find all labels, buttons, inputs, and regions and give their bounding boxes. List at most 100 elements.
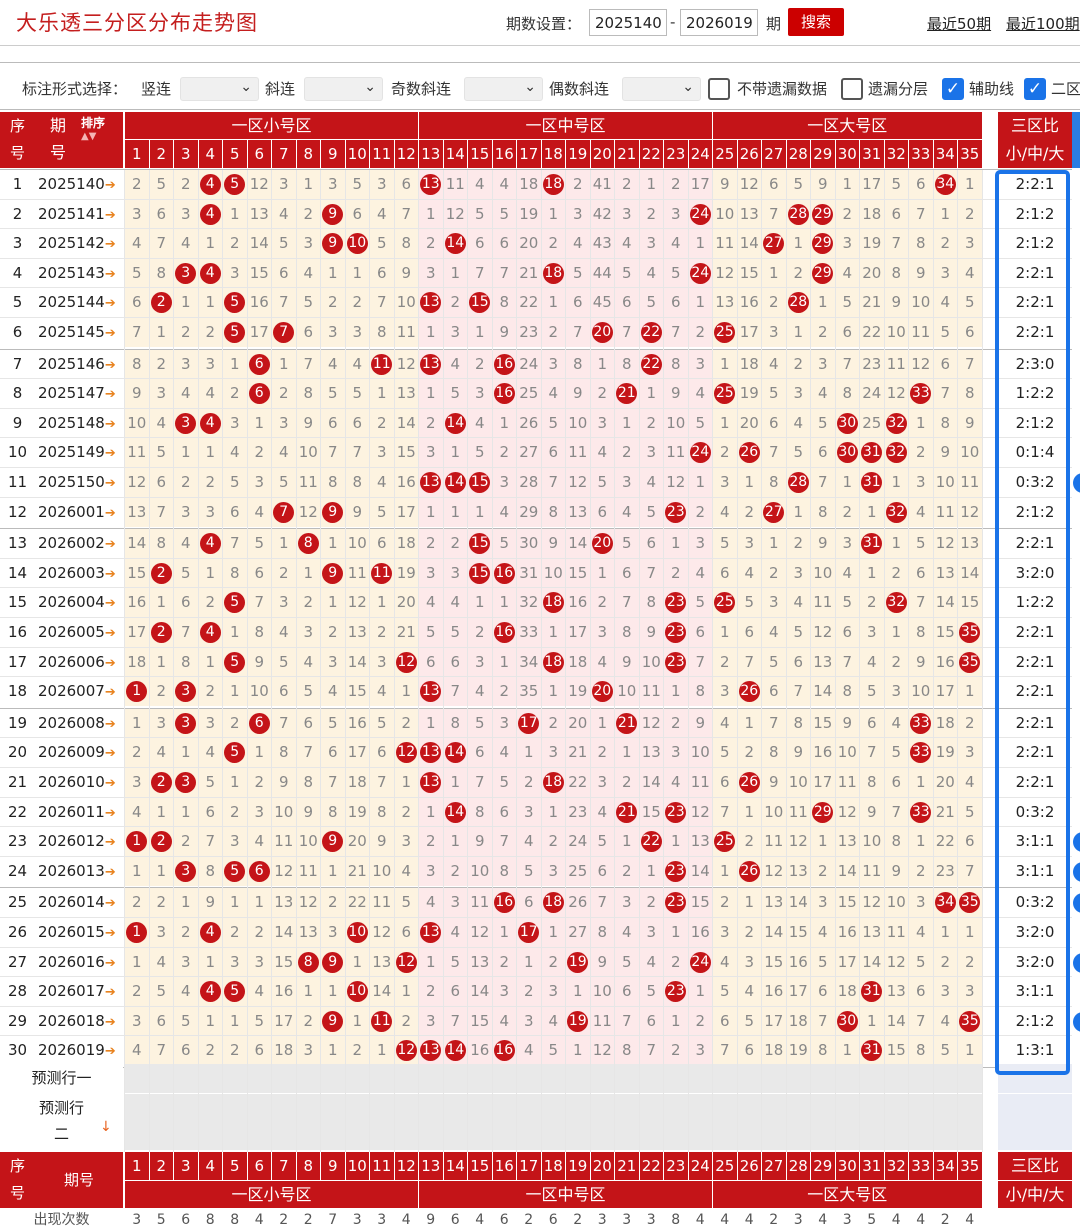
prediction-cell[interactable]: [664, 1094, 688, 1150]
sort-button[interactable]: 排序: [81, 116, 105, 130]
prediction-cell[interactable]: [541, 1094, 565, 1150]
prediction-cell[interactable]: [321, 1094, 345, 1150]
prediction-cell[interactable]: [590, 1094, 614, 1150]
prediction-cell[interactable]: [664, 1064, 688, 1093]
missing-layer-checkbox[interactable]: [841, 78, 863, 100]
recent-50-link[interactable]: 最近50期: [927, 13, 991, 34]
prediction-cell[interactable]: [541, 1064, 565, 1093]
missing-count-cell: 12: [958, 498, 982, 527]
side-marker-icon[interactable]: [1073, 473, 1080, 493]
prediction-cell[interactable]: [688, 1094, 712, 1150]
missing-count-cell: 1: [198, 948, 222, 977]
number-header: 20: [590, 140, 614, 168]
prediction-cell[interactable]: [419, 1094, 443, 1150]
drawn-number-cell: 26: [737, 857, 761, 886]
prediction-cell[interactable]: [762, 1064, 786, 1093]
missing-count-cell: 1: [884, 618, 908, 647]
prediction-cell[interactable]: [247, 1094, 271, 1150]
prediction-cell[interactable]: [786, 1064, 810, 1093]
missing-count-cell: 20: [737, 409, 761, 438]
prediction-cell[interactable]: [835, 1064, 859, 1093]
prediction-cell[interactable]: [639, 1094, 663, 1150]
prediction-cell[interactable]: [958, 1094, 982, 1150]
missing-count-cell: 18: [737, 350, 761, 379]
prediction-cell[interactable]: [321, 1064, 345, 1093]
prediction-cell[interactable]: [566, 1064, 590, 1093]
prediction-cell[interactable]: [884, 1094, 908, 1150]
prediction-cell[interactable]: [737, 1094, 761, 1150]
vertical-select[interactable]: ⌄: [180, 77, 259, 101]
prediction-cell[interactable]: [860, 1094, 884, 1150]
prediction-cell[interactable]: [492, 1064, 516, 1093]
prediction-cell[interactable]: [174, 1064, 198, 1093]
prediction-cell[interactable]: [223, 1094, 247, 1150]
prediction-cell[interactable]: [370, 1064, 394, 1093]
prediction-cell[interactable]: [272, 1094, 296, 1150]
prediction-cell[interactable]: [688, 1064, 712, 1093]
prediction-cell[interactable]: [909, 1064, 933, 1093]
prediction-cell[interactable]: [247, 1064, 271, 1093]
no-missing-checkbox[interactable]: [708, 78, 730, 100]
prediction-cell[interactable]: [394, 1064, 418, 1093]
period-from-input[interactable]: [589, 9, 667, 36]
prediction-cell[interactable]: [517, 1064, 541, 1093]
prediction-cell[interactable]: [762, 1094, 786, 1150]
prediction-cell[interactable]: [296, 1064, 320, 1093]
aux-line-checkbox[interactable]: ✓: [942, 78, 964, 100]
prediction-cell[interactable]: [713, 1064, 737, 1093]
prediction-cell[interactable]: [198, 1094, 222, 1150]
prediction-cell[interactable]: [492, 1094, 516, 1150]
prediction-cell[interactable]: [884, 1064, 908, 1093]
prediction-cell[interactable]: [615, 1094, 639, 1150]
prediction-cell[interactable]: [370, 1094, 394, 1150]
prediction-cell[interactable]: [811, 1064, 835, 1093]
prediction-cell[interactable]: [149, 1094, 173, 1150]
recent-100-link[interactable]: 最近100期: [1006, 13, 1080, 34]
zone-two-checkbox[interactable]: ✓: [1024, 78, 1046, 100]
prediction-cell[interactable]: [786, 1094, 810, 1150]
prediction-cell[interactable]: [933, 1094, 957, 1150]
side-marker-icon[interactable]: [1073, 893, 1080, 913]
prediction-cell[interactable]: [566, 1094, 590, 1150]
missing-count-cell: 13: [345, 618, 369, 647]
prediction-cell[interactable]: [345, 1064, 369, 1093]
prediction-cell[interactable]: [517, 1094, 541, 1150]
missing-count-cell: 1: [958, 170, 982, 199]
prediction-cell[interactable]: [835, 1094, 859, 1150]
search-button[interactable]: 搜索: [788, 8, 844, 36]
diagonal-select[interactable]: ⌄: [304, 77, 383, 101]
prediction-cell[interactable]: [590, 1064, 614, 1093]
side-marker-icon[interactable]: [1073, 1012, 1080, 1032]
even-diagonal-select[interactable]: ⌄: [622, 77, 701, 101]
prediction-cell[interactable]: [615, 1064, 639, 1093]
period-to-input[interactable]: [680, 9, 758, 36]
prediction-cell[interactable]: [443, 1064, 467, 1093]
prediction-cell[interactable]: [174, 1094, 198, 1150]
prediction-cell[interactable]: [345, 1094, 369, 1150]
side-marker-icon[interactable]: [1073, 953, 1080, 973]
side-marker-icon[interactable]: [1073, 832, 1080, 852]
prediction-cell[interactable]: [468, 1094, 492, 1150]
prediction-cell[interactable]: [933, 1064, 957, 1093]
prediction-cell[interactable]: [909, 1094, 933, 1150]
prediction-cell[interactable]: [223, 1064, 247, 1093]
side-marker-icon[interactable]: [1073, 862, 1080, 882]
prediction-cell[interactable]: [198, 1064, 222, 1093]
prediction-cell[interactable]: [419, 1064, 443, 1093]
prediction-cell[interactable]: [958, 1064, 982, 1093]
prediction-cell[interactable]: [737, 1064, 761, 1093]
prediction-cell[interactable]: [149, 1064, 173, 1093]
prediction-cell[interactable]: [394, 1094, 418, 1150]
drawn-number-ball: 3: [175, 713, 197, 734]
odd-diagonal-select[interactable]: ⌄: [464, 77, 543, 101]
prediction-cell[interactable]: [713, 1094, 737, 1150]
prediction-cell[interactable]: [468, 1064, 492, 1093]
prediction-cell[interactable]: [272, 1064, 296, 1093]
prediction-cell[interactable]: [125, 1094, 149, 1150]
prediction-cell[interactable]: [125, 1064, 149, 1093]
prediction-cell[interactable]: [811, 1094, 835, 1150]
prediction-cell[interactable]: [296, 1094, 320, 1150]
prediction-cell[interactable]: [443, 1094, 467, 1150]
prediction-cell[interactable]: [860, 1064, 884, 1093]
prediction-cell[interactable]: [639, 1064, 663, 1093]
